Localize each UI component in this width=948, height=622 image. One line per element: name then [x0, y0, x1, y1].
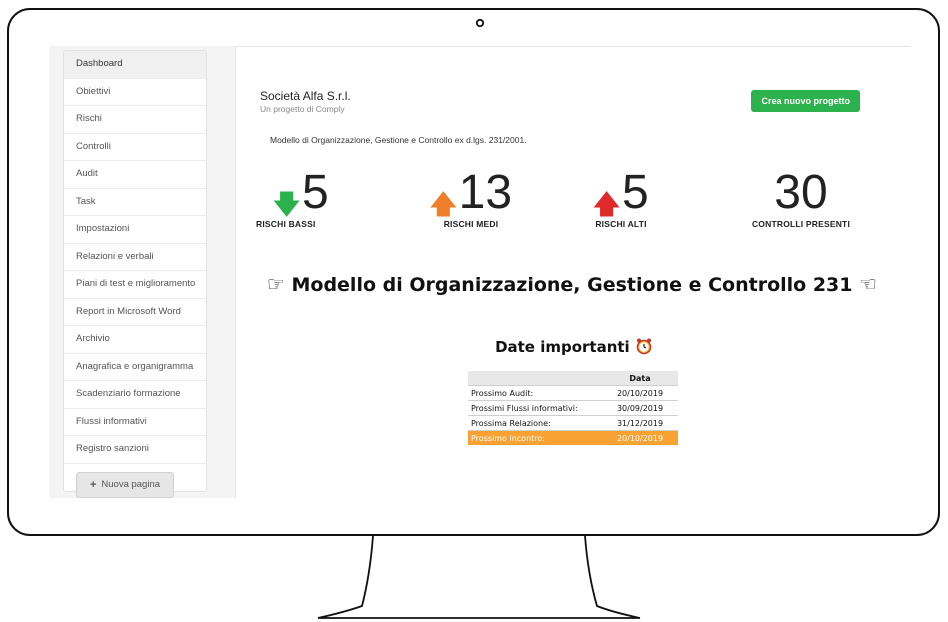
high-risks-label: RISCHI ALTI [595, 219, 647, 229]
mid-risks-label: RISCHI MEDI [443, 219, 499, 229]
date-value: 20/10/2019 [602, 385, 678, 401]
date-value: 20/10/2019 [602, 430, 678, 445]
sidebar-item-rischi[interactable]: Rischi [64, 106, 206, 134]
sidebar-item-archivio[interactable]: Archivio [64, 326, 206, 354]
controls-value: 30 [774, 166, 828, 219]
sidebar-item-obiettivi[interactable]: Obiettivi [64, 79, 206, 106]
table-row: Prossimo Audit: 20/10/2019 [468, 385, 678, 401]
arrow-down-icon: 🡇 [273, 189, 301, 219]
low-risks-value: 5 [302, 166, 329, 219]
sidebar: Dashboard Obiettivi Rischi Controlli Aud… [63, 50, 207, 498]
stat-controls[interactable]: 30 CONTROLLI PRESENTI [736, 166, 866, 230]
company-subtitle: Un progetto di Comply [260, 104, 345, 114]
new-page-label: Nuova pagina [101, 479, 161, 490]
mid-risks-value: 13 [458, 166, 513, 219]
date-label: Prossimi Flussi informativi: [468, 400, 602, 416]
app-screen: Dashboard Obiettivi Rischi Controlli Aud… [49, 46, 911, 498]
plus-icon: + [89, 478, 97, 491]
stat-mid-risks[interactable]: 🡅 13 RISCHI MEDI [416, 166, 526, 230]
sidebar-item-audit[interactable]: Audit [64, 161, 206, 189]
date-label: Prossima Relazione: [468, 415, 602, 431]
sidebar-item-report-word[interactable]: Report in Microsoft Word [64, 299, 206, 326]
arrow-up-icon: 🡅 [429, 189, 457, 219]
sidebar-item-flussi[interactable]: Flussi informativi [64, 409, 206, 436]
high-risks-value: 5 [622, 166, 649, 219]
arrow-up-icon: 🡅 [593, 189, 621, 219]
sidebar-item-dashboard[interactable]: Dashboard [64, 51, 206, 79]
project-description: Modello di Organizzazione, Gestione e Co… [270, 135, 527, 145]
pointing-right-icon: ☞ [266, 272, 285, 296]
new-project-button[interactable]: Crea nuovo progetto [751, 90, 860, 112]
date-value: 31/12/2019 [602, 415, 678, 431]
important-dates-heading: Date importanti [236, 337, 911, 359]
model-title: Modello di Organizzazione, Gestione e Co… [291, 274, 853, 296]
date-value: 30/09/2019 [602, 400, 678, 416]
table-header-row: Data [468, 371, 678, 386]
controls-label: CONTROLLI PRESENTI [751, 219, 851, 229]
sidebar-item-scadenziario[interactable]: Scadenziario formazione [64, 381, 206, 409]
sidebar-item-impostazioni[interactable]: Impostazioni [64, 216, 206, 244]
important-dates-table: Data Prossimo Audit: 20/10/2019 Prossimi… [468, 371, 678, 445]
sidebar-item-controlli[interactable]: Controlli [64, 134, 206, 161]
main-content: Società Alfa S.r.l. Un progetto di Compl… [235, 46, 911, 498]
sidebar-item-registro-sanzioni[interactable]: Registro sanzioni [64, 436, 206, 464]
table-header-date: Data [602, 371, 678, 386]
company-name: Società Alfa S.r.l. [260, 89, 351, 103]
sidebar-item-anagrafica[interactable]: Anagrafica e organigramma [64, 354, 206, 381]
pointing-left-icon: ☜ [859, 272, 878, 296]
new-page-button[interactable]: + Nuova pagina [76, 471, 174, 498]
stat-high-risks[interactable]: 🡅 5 RISCHI ALTI [576, 166, 666, 230]
alarm-clock-icon [635, 337, 653, 359]
table-row: Prossima Relazione: 31/12/2019 [468, 415, 678, 431]
sidebar-item-piani-test[interactable]: Piani di test e miglioramento [64, 271, 206, 299]
model-heading: ☞ Modello di Organizzazione, Gestione e … [252, 272, 892, 296]
table-header-empty [468, 371, 602, 386]
stat-low-risks[interactable]: 🡇 5 RISCHI BASSI [256, 166, 346, 230]
sidebar-item-relazioni[interactable]: Relazioni e verbali [64, 244, 206, 271]
table-row-highlighted: Prossimo incontro: 20/10/2019 [468, 430, 678, 445]
date-label: Prossimo Audit: [468, 385, 602, 401]
important-dates-title: Date importanti [495, 338, 630, 356]
table-row: Prossimi Flussi informativi: 30/09/2019 [468, 400, 678, 416]
sidebar-item-task[interactable]: Task [64, 189, 206, 216]
low-risks-label: RISCHI BASSI [256, 219, 316, 229]
date-label: Prossimo incontro: [468, 430, 602, 445]
